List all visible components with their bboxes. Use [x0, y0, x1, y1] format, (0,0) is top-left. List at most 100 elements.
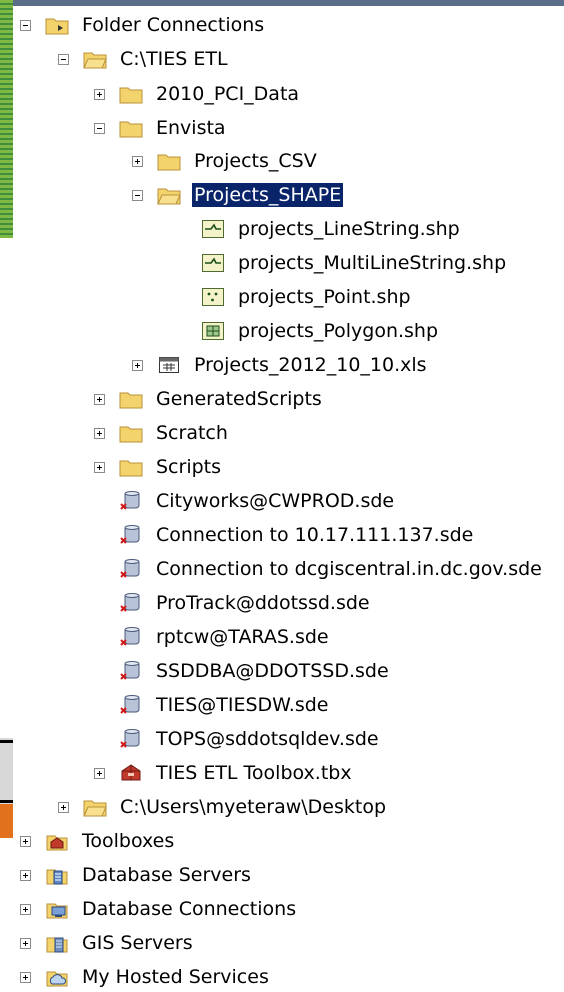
tree-node-database-connections[interactable]: Database Connections	[20, 894, 298, 924]
folder-open-icon	[82, 48, 108, 70]
tree-node-label: C:\Users\myeteraw\Desktop	[120, 796, 387, 818]
tree-node-xls[interactable]: Projects_2012_10_10.xls	[132, 350, 429, 380]
window-top-border	[0, 0, 564, 6]
expand-icon[interactable]	[94, 427, 105, 439]
folder-icon	[118, 388, 144, 410]
expand-icon[interactable]	[20, 835, 31, 847]
background-window-fragment	[0, 738, 13, 838]
sde-connection-icon	[118, 592, 144, 614]
tree-node-label: TIES@TIESDW.sde	[156, 694, 329, 716]
tree-node-gis-servers[interactable]: GIS Servers	[20, 928, 195, 958]
tree-node-label: Envista	[156, 117, 226, 139]
tree-node-label: Connection to 10.17.111.137.sde	[156, 524, 474, 546]
sde-connection-icon	[118, 626, 144, 648]
tree-node-toolboxes[interactable]: Toolboxes	[20, 826, 176, 856]
tree-node-label: Projects_CSV	[194, 150, 317, 172]
database-servers-icon	[44, 864, 70, 886]
expand-icon[interactable]	[132, 155, 143, 167]
tree-node-folder-connections[interactable]: Folder Connections	[20, 10, 266, 40]
tree-node-label: rptcw@TARAS.sde	[156, 626, 329, 648]
expand-icon[interactable]	[20, 971, 31, 983]
tree-node-label: My Hosted Services	[82, 966, 269, 988]
tree-node-shp-multilinestring[interactable]: projects_MultiLineString.shp	[200, 248, 508, 278]
expand-icon[interactable]	[20, 903, 31, 915]
expand-icon[interactable]	[94, 88, 105, 100]
expand-icon[interactable]	[58, 801, 69, 813]
tree-node-desktop[interactable]: C:\Users\myeteraw\Desktop	[58, 792, 388, 822]
expand-icon[interactable]	[94, 767, 105, 779]
sde-connection-icon	[118, 660, 144, 682]
tree-node-label: Connection to dcgiscentral.in.dc.gov.sde	[156, 558, 542, 580]
tree-node-projects-csv[interactable]: Projects_CSV	[132, 146, 319, 176]
folder-connection-icon	[44, 14, 70, 36]
expand-icon[interactable]	[20, 869, 31, 881]
tree-node-envista[interactable]: Envista	[94, 113, 228, 143]
tree-node-label: SSDDBA@DDOTSSD.sde	[156, 660, 389, 682]
toolboxes-icon	[44, 830, 70, 852]
tree-node-generated-scripts[interactable]: GeneratedScripts	[94, 384, 324, 414]
sde-connection-icon	[118, 694, 144, 716]
tree-node-label: Scripts	[156, 456, 222, 478]
tree-node-label: Database Servers	[82, 864, 251, 886]
tree-node-label: Cityworks@CWPROD.sde	[156, 490, 395, 512]
tree-node-sde-protrack[interactable]: ProTrack@ddotssd.sde	[94, 588, 372, 618]
folder-icon	[118, 422, 144, 444]
folder-open-icon	[156, 184, 182, 206]
expand-icon[interactable]	[20, 937, 31, 949]
line-shapefile-icon	[200, 218, 226, 240]
collapse-icon[interactable]	[132, 189, 143, 201]
tree-node-sde-ties[interactable]: TIES@TIESDW.sde	[94, 690, 330, 720]
tree-node-label: Scratch	[156, 422, 228, 444]
tree-node-ties-etl[interactable]: C:\TIES ETL	[58, 44, 230, 74]
tree-node-projects-shape[interactable]: Projects_SHAPE	[132, 180, 345, 210]
tree-node-label: C:\TIES ETL	[120, 48, 228, 70]
collapse-icon[interactable]	[94, 122, 105, 134]
tree-node-my-hosted-services[interactable]: My Hosted Services	[20, 962, 271, 992]
tree-node-sde-conn-dc[interactable]: Connection to dcgiscentral.in.dc.gov.sde	[94, 554, 544, 584]
tree-node-label: Folder Connections	[82, 14, 265, 36]
tree-node-sde-tops[interactable]: TOPS@sddotsqldev.sde	[94, 724, 381, 754]
tree-node-database-servers[interactable]: Database Servers	[20, 860, 253, 890]
collapse-icon[interactable]	[58, 53, 69, 65]
tree-node-label: Toolboxes	[82, 830, 175, 852]
tree-node-label: Database Connections	[82, 898, 297, 920]
sde-connection-icon	[118, 524, 144, 546]
sde-connection-icon	[118, 728, 144, 750]
tree-node-sde-rptcw[interactable]: rptcw@TARAS.sde	[94, 622, 331, 652]
polygon-shapefile-icon	[200, 320, 226, 342]
tree-node-shp-linestring[interactable]: projects_LineString.shp	[200, 214, 462, 244]
folder-icon	[118, 456, 144, 478]
sde-connection-icon	[118, 558, 144, 580]
tree-node-sde-conn-ip[interactable]: Connection to 10.17.111.137.sde	[94, 520, 475, 550]
collapse-icon[interactable]	[20, 19, 31, 31]
tree-node-label: ProTrack@ddotssd.sde	[156, 592, 370, 614]
tree-node-toolbox-tbx[interactable]: TIES ETL Toolbox.tbx	[94, 758, 354, 788]
tree-node-label: projects_MultiLineString.shp	[238, 252, 507, 274]
tree-node-shp-polygon[interactable]: projects_Polygon.shp	[200, 316, 440, 346]
tree-node-scripts[interactable]: Scripts	[94, 452, 223, 482]
tree-node-pci-data[interactable]: 2010_PCI_Data	[94, 79, 301, 109]
folder-icon	[156, 150, 182, 172]
tree-node-label: GIS Servers	[82, 932, 193, 954]
tree-node-sde-cityworks[interactable]: Cityworks@CWPROD.sde	[94, 486, 396, 516]
tree-node-label: projects_LineString.shp	[238, 218, 460, 240]
expand-icon[interactable]	[94, 461, 105, 473]
tree-node-label: GeneratedScripts	[156, 388, 322, 410]
expand-icon[interactable]	[94, 393, 105, 405]
tree-node-label: TOPS@sddotsqldev.sde	[156, 728, 379, 750]
tree-node-sde-ssddba[interactable]: SSDDBA@DDOTSSD.sde	[94, 656, 391, 686]
tree-node-label: 2010_PCI_Data	[156, 83, 300, 105]
tree-node-label: Projects_SHAPE	[190, 182, 345, 208]
toolbox-icon	[118, 762, 144, 784]
expand-icon[interactable]	[132, 359, 143, 371]
tree-node-shp-point[interactable]: projects_Point.shp	[200, 282, 413, 312]
folder-icon	[118, 83, 144, 105]
folder-icon	[118, 117, 144, 139]
sde-connection-icon	[118, 490, 144, 512]
tree-node-label: projects_Point.shp	[238, 286, 411, 308]
tree-node-label: TIES ETL Toolbox.tbx	[156, 762, 352, 784]
folder-open-icon	[82, 796, 108, 818]
point-shapefile-icon	[200, 286, 226, 308]
tree-node-scratch[interactable]: Scratch	[94, 418, 230, 448]
tree-node-label: Projects_2012_10_10.xls	[194, 354, 427, 376]
